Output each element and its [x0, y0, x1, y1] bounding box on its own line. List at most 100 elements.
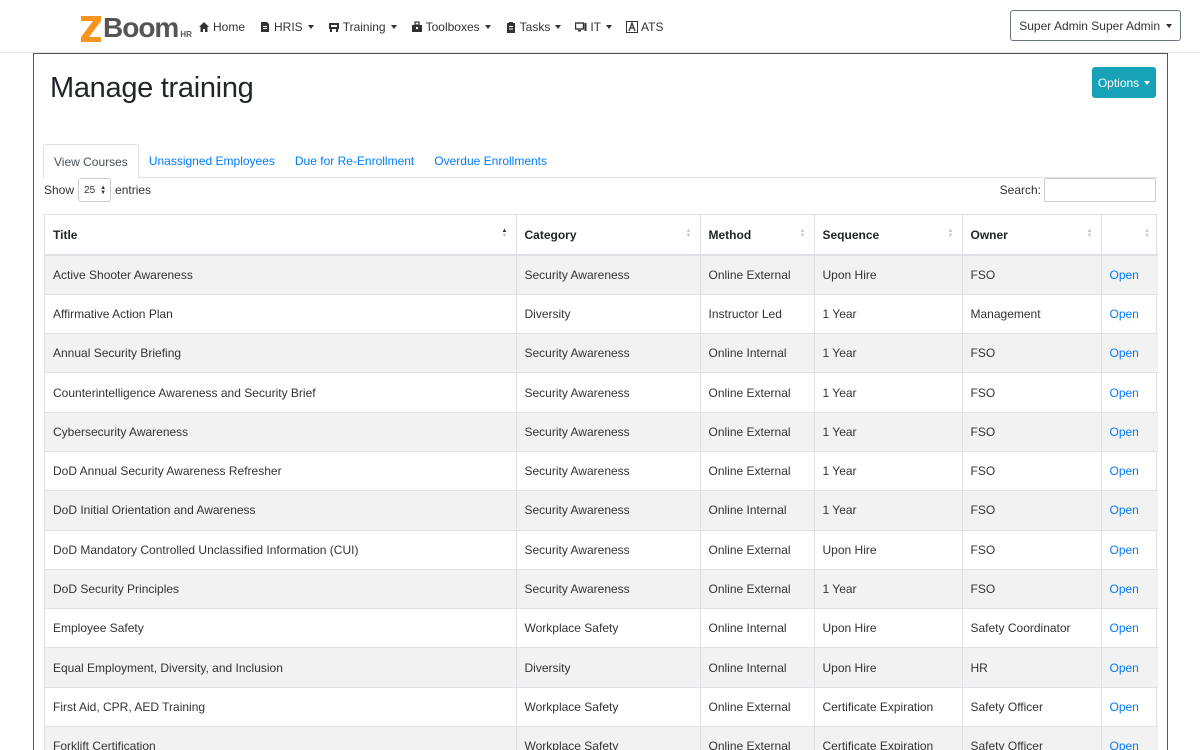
- tab-bar: View Courses Unassigned Employees Due fo…: [43, 144, 1157, 179]
- cell-sequence: Upon Hire: [814, 608, 963, 648]
- table-row[interactable]: DoD Mandatory Controlled Unclassified In…: [45, 529, 1158, 570]
- nav-training[interactable]: Training: [328, 20, 397, 34]
- cell-sequence: 1 Year: [814, 333, 963, 373]
- cell-method: Online Internal: [700, 647, 815, 688]
- cell-action: Open: [1101, 293, 1158, 334]
- cell-category: Workplace Safety: [516, 726, 701, 750]
- cell-title: Forklift Certification: [45, 726, 517, 750]
- cell-category: Security Awareness: [516, 333, 701, 373]
- nav-tasks-label: Tasks: [519, 19, 551, 34]
- cell-category: Diversity: [516, 647, 701, 688]
- column-header-category[interactable]: Category ▲ ▼: [516, 215, 701, 256]
- cell-sequence: Certificate Expiration: [814, 726, 963, 750]
- column-header-owner[interactable]: Owner ▲ ▼: [962, 215, 1102, 256]
- search-label: Search:: [999, 183, 1041, 197]
- page-length-select[interactable]: 25 ▲ ▼: [78, 178, 112, 202]
- table-row[interactable]: Active Shooter Awareness Security Awarene…: [45, 254, 1158, 295]
- open-link[interactable]: Open: [1110, 700, 1139, 714]
- user-menu-button[interactable]: Super Admin Super Admin: [1010, 10, 1181, 41]
- nav-it-label: IT: [590, 19, 602, 34]
- table-search: Search:: [1000, 178, 1156, 202]
- cell-title: Counterintelligence Awareness and Securi…: [45, 372, 517, 413]
- open-link[interactable]: Open: [1110, 543, 1139, 557]
- sort-icon: ▲ ▼: [1144, 228, 1150, 239]
- options-label: Options: [1097, 75, 1140, 90]
- open-link[interactable]: Open: [1110, 661, 1139, 675]
- cell-sequence: 1 Year: [814, 293, 963, 334]
- cell-sequence: Certificate Expiration: [814, 686, 963, 727]
- cell-title: First Aid, CPR, AED Training: [45, 686, 517, 727]
- main-nav: Home HRIS Training Toolboxes Tasks IT AT…: [198, 0, 677, 53]
- cell-owner: FSO: [962, 450, 1102, 491]
- cell-title: Annual Security Briefing: [45, 333, 517, 373]
- open-link[interactable]: Open: [1110, 346, 1139, 360]
- z-logo-icon: [80, 13, 102, 43]
- cell-method: Instructor Led: [700, 293, 815, 334]
- table-row[interactable]: Forklift Certification Workplace Safety On…: [45, 726, 1158, 750]
- page-title: Manage training: [50, 72, 254, 104]
- sort-icon: ▲ ▼: [799, 228, 806, 239]
- nav-it[interactable]: IT: [575, 19, 613, 34]
- table-row[interactable]: Counterintelligence Awareness and Securi…: [45, 372, 1158, 413]
- column-header-label: Method: [708, 227, 752, 242]
- cell-title: Affirmative Action Plan: [45, 293, 517, 334]
- nav-toolboxes[interactable]: Toolboxes: [411, 20, 491, 34]
- clipboard-icon: [505, 21, 517, 33]
- table-row[interactable]: Annual Security Briefing Security Awarene…: [45, 333, 1158, 373]
- nav-ats[interactable]: ATS: [626, 20, 663, 34]
- open-link[interactable]: Open: [1110, 621, 1139, 635]
- table-row[interactable]: Equal Employment, Diversity, and Inclusi…: [45, 647, 1158, 688]
- open-link[interactable]: Open: [1110, 464, 1139, 478]
- open-link[interactable]: Open: [1110, 268, 1139, 282]
- cell-owner: FSO: [962, 568, 1102, 609]
- cell-owner: FSO: [962, 490, 1102, 531]
- open-link[interactable]: Open: [1110, 503, 1139, 517]
- tab-due-for-re-enrollment[interactable]: Due for Re-Enrollment: [285, 144, 424, 178]
- cell-sequence: 1 Year: [814, 450, 963, 491]
- cell-sequence: Upon Hire: [814, 529, 963, 570]
- nav-home[interactable]: Home: [198, 20, 245, 34]
- nav-tasks[interactable]: Tasks: [505, 20, 562, 34]
- cell-action: Open: [1101, 333, 1158, 373]
- top-navbar: Boom HR Home HRIS Training Toolboxes Tas…: [0, 0, 1200, 53]
- tab-overdue-enrollments[interactable]: Overdue Enrollments: [424, 144, 557, 178]
- cell-action: Open: [1101, 490, 1158, 531]
- column-header-sequence[interactable]: Sequence ▲ ▼: [814, 215, 963, 256]
- options-button[interactable]: Options: [1092, 67, 1156, 98]
- table-row[interactable]: Affirmative Action Plan Diversity Instruct…: [45, 293, 1158, 334]
- cell-action: Open: [1101, 411, 1158, 452]
- column-header-actions[interactable]: ▲ ▼: [1101, 215, 1158, 256]
- open-link[interactable]: Open: [1110, 425, 1139, 439]
- table-row[interactable]: DoD Security Principles Security Awarenes…: [45, 568, 1158, 609]
- table-row[interactable]: Employee Safety Workplace Safety Online In…: [45, 608, 1158, 648]
- cell-category: Workplace Safety: [516, 686, 701, 727]
- cell-owner: Safety Officer: [962, 726, 1102, 750]
- zboom-logo[interactable]: Boom HR: [80, 9, 192, 43]
- search-input[interactable]: [1044, 178, 1156, 202]
- cell-owner: FSO: [962, 411, 1102, 452]
- cell-method: Online External: [700, 529, 815, 570]
- table-row[interactable]: DoD Annual Security Awareness Refresher S…: [45, 450, 1158, 491]
- sort-icon: ▲ ▼: [501, 228, 508, 239]
- open-link[interactable]: Open: [1110, 739, 1139, 750]
- cell-category: Security Awareness: [516, 450, 701, 491]
- nav-hris[interactable]: HRIS: [259, 20, 314, 34]
- table-row[interactable]: DoD Initial Orientation and Awareness Sec…: [45, 490, 1158, 531]
- nav-home-label: Home: [213, 19, 246, 34]
- cell-method: Online External: [700, 450, 815, 491]
- open-link[interactable]: Open: [1110, 386, 1139, 400]
- tab-view-courses[interactable]: View Courses: [43, 144, 139, 179]
- tab-unassigned-employees[interactable]: Unassigned Employees: [139, 144, 285, 178]
- cell-title: DoD Mandatory Controlled Unclassified In…: [45, 529, 517, 570]
- chevron-down-icon: [606, 24, 613, 29]
- column-header-method[interactable]: Method ▲ ▼: [700, 215, 815, 256]
- cell-sequence: 1 Year: [814, 411, 963, 452]
- cell-method: Online External: [700, 372, 815, 413]
- open-link[interactable]: Open: [1110, 307, 1139, 321]
- column-header-title[interactable]: Title ▲ ▼: [45, 215, 517, 256]
- open-link[interactable]: Open: [1110, 582, 1139, 596]
- table-length-control: Show 25 ▲ ▼ entries: [44, 178, 151, 202]
- cell-category: Security Awareness: [516, 372, 701, 413]
- table-row[interactable]: First Aid, CPR, AED Training Workplace Sa…: [45, 686, 1158, 727]
- table-row[interactable]: Cybersecurity Awareness Security Awarenes…: [45, 411, 1158, 452]
